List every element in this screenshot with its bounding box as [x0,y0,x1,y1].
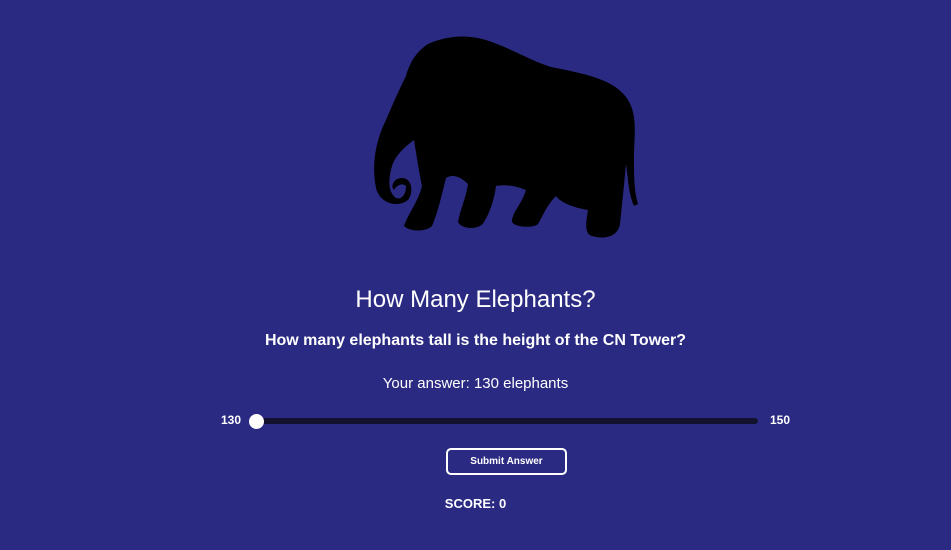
score-display: SCORE: 0 [444,496,507,511]
elephant-icon [366,36,642,240]
slider-thumb[interactable] [249,414,264,429]
answer-readout: Your answer: 130 elephants [382,375,569,392]
submit-answer-button[interactable]: Submit Answer [446,448,567,475]
slider-max-label: 150 [770,413,791,427]
game-title: How Many Elephants? [355,286,596,313]
question-text: How many elephants tall is the height of… [264,332,687,349]
slider-track[interactable] [249,414,758,429]
answer-slider[interactable]: 130 150 [0,410,951,432]
slider-min-label: 130 [221,413,242,427]
